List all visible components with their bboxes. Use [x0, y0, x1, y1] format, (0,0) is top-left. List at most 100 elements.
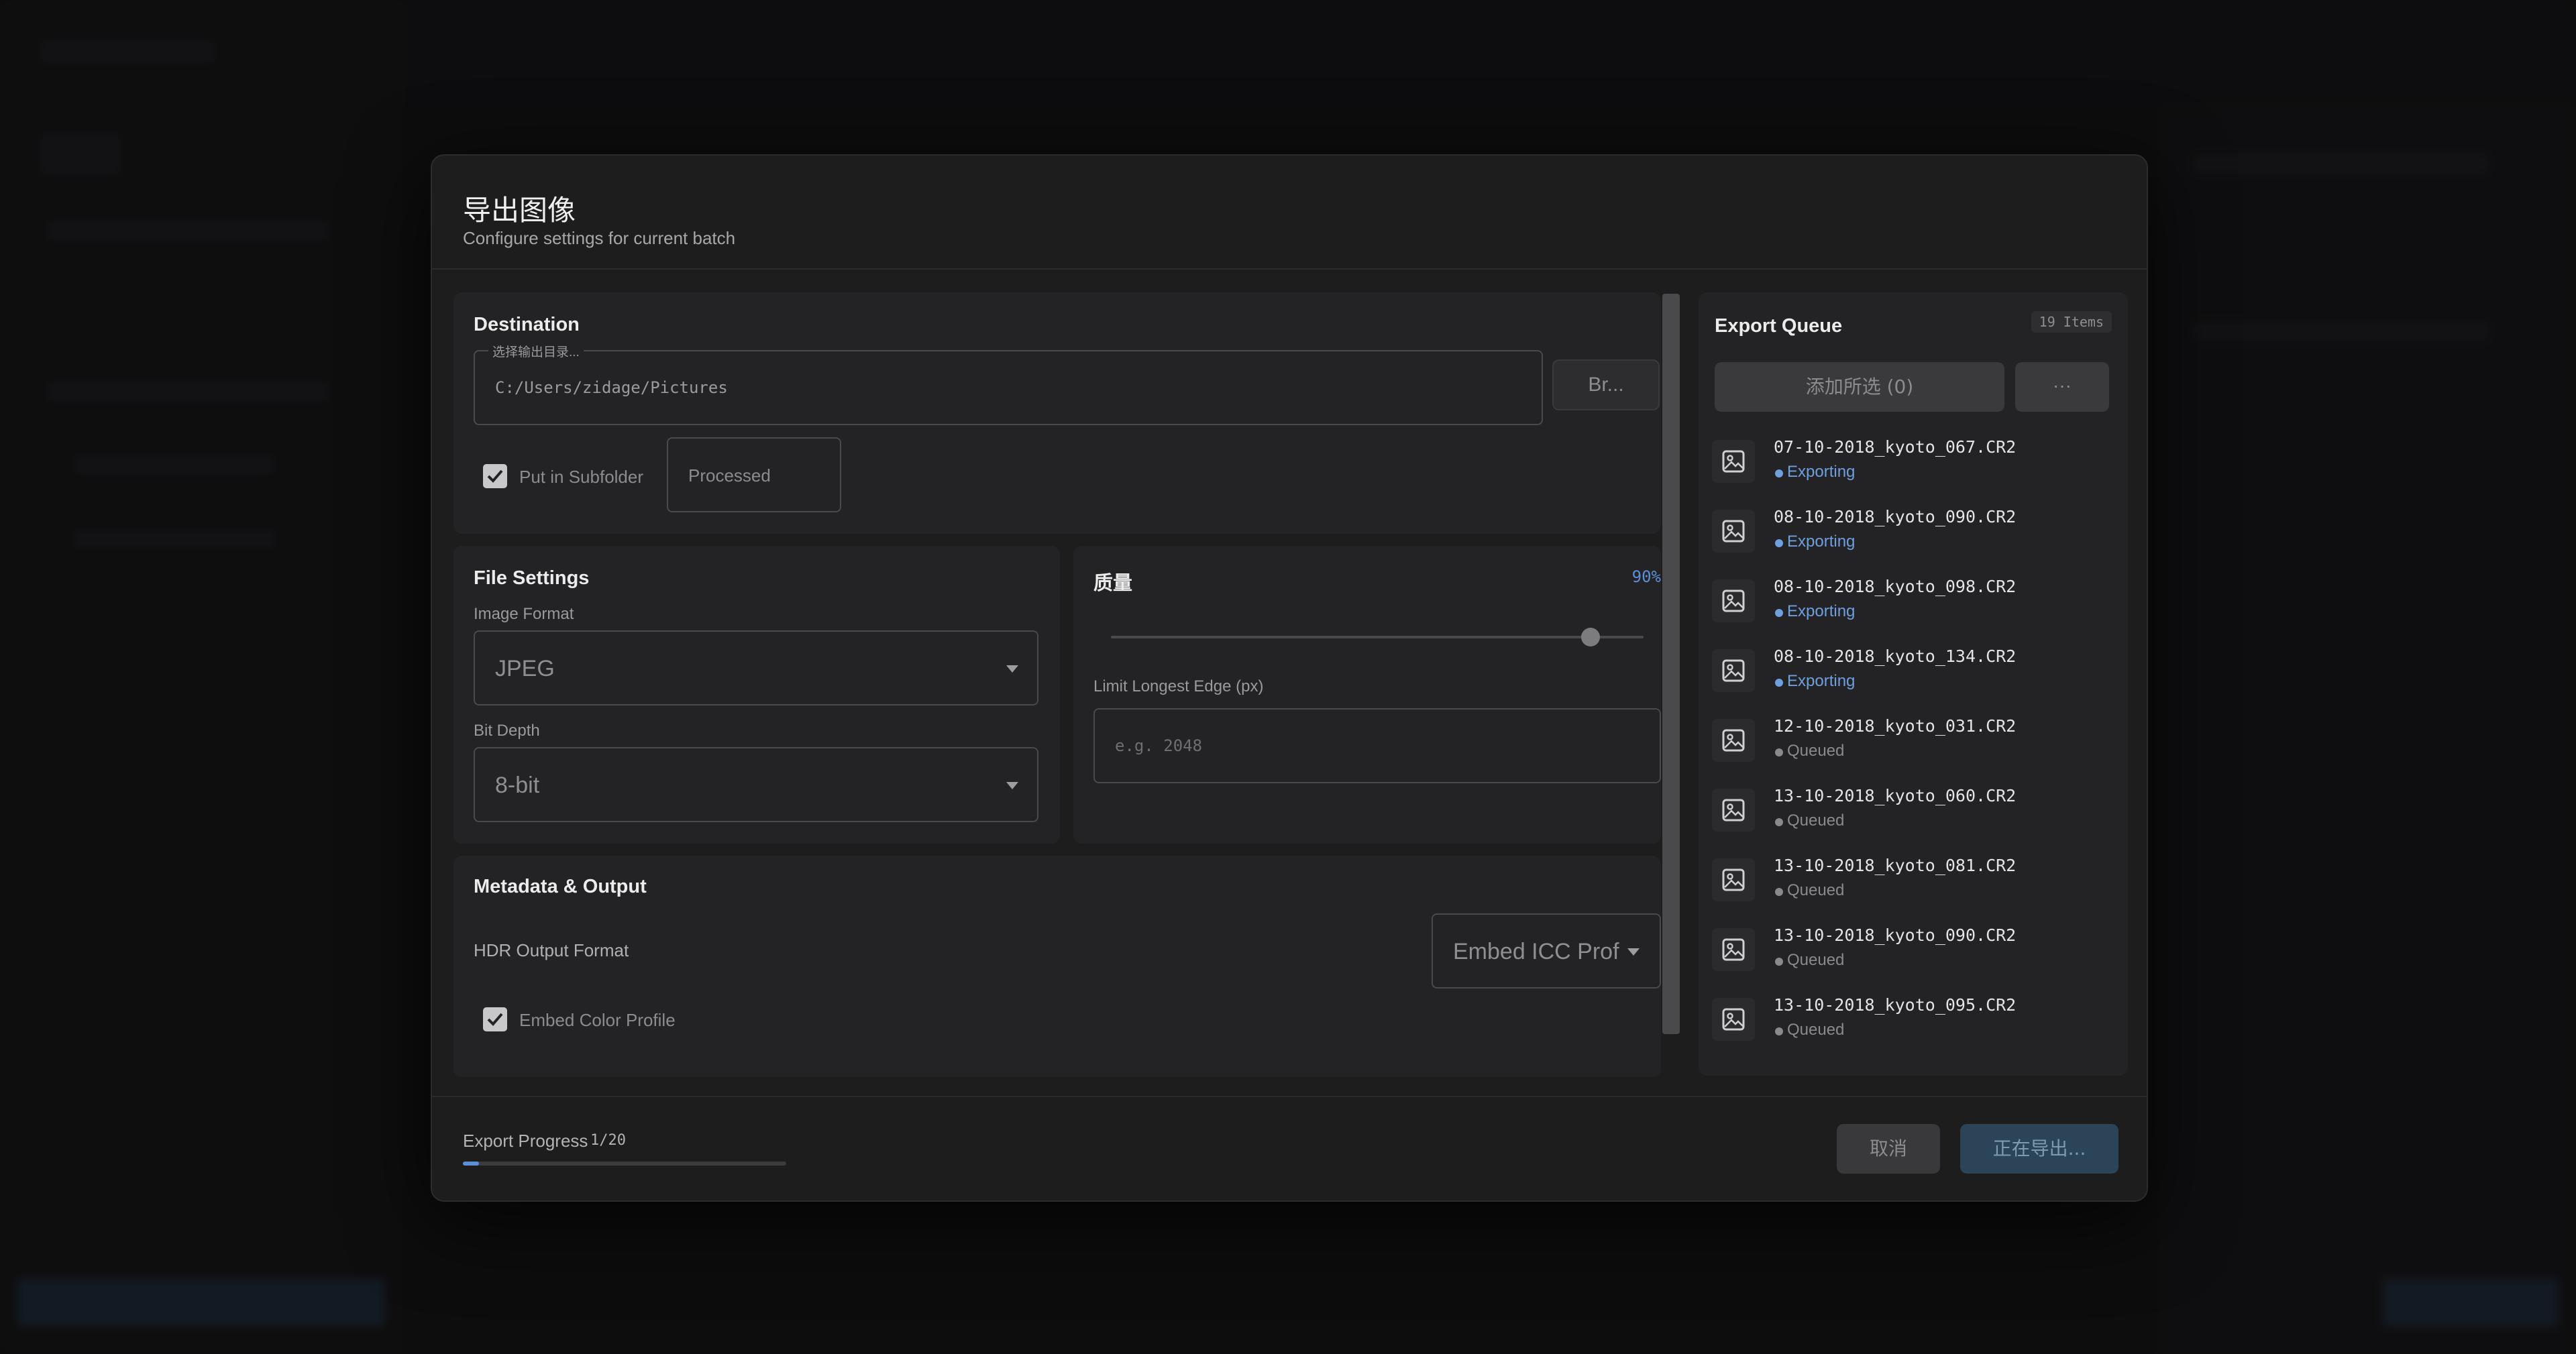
file-settings-title: File Settings [474, 567, 590, 589]
bit-depth-value: 8-bit [495, 773, 540, 798]
queue-item-name: 07-10-2018_kyoto_067.CR2 [1774, 437, 2017, 457]
image-icon [1712, 928, 1755, 971]
cancel-button[interactable]: 取消 [1837, 1124, 1940, 1174]
subfolder-name-value: Processed [688, 465, 771, 486]
queue-item-status: Queued [1787, 811, 1845, 830]
status-dot [1775, 958, 1783, 966]
metadata-title: Metadata & Output [474, 876, 647, 897]
subfolder-label: Put in Subfolder [519, 467, 644, 487]
queue-count-badge: 19 Items [2031, 311, 2112, 333]
file-settings-panel: File Settings Image Format JPEG Bit Dept… [453, 546, 1060, 844]
footer-divider [432, 1096, 2147, 1097]
check-icon [487, 469, 503, 483]
image-format-label: Image Format [474, 605, 574, 623]
browse-button[interactable]: Br... [1552, 359, 1660, 410]
queue-item[interactable]: 08-10-2018_kyoto_134.CR2 Exporting [1699, 640, 2114, 710]
queue-item-name: 12-10-2018_kyoto_031.CR2 [1774, 716, 2017, 736]
export-button[interactable]: 正在导出... [1960, 1124, 2118, 1174]
queue-item-status: Queued [1787, 881, 1845, 899]
progress-bar-track [463, 1162, 786, 1166]
image-icon [1712, 789, 1755, 832]
queue-item-name: 13-10-2018_kyoto_060.CR2 [1774, 786, 2017, 805]
queue-item[interactable]: 08-10-2018_kyoto_090.CR2 Exporting [1699, 500, 2114, 570]
queue-item[interactable]: 08-10-2018_kyoto_098.CR2 Exporting [1699, 570, 2114, 640]
status-dot [1775, 1027, 1783, 1035]
queue-item-status: Exporting [1787, 463, 1856, 481]
subfolder-checkbox[interactable] [483, 464, 507, 488]
queue-item-status: Queued [1787, 742, 1845, 760]
limit-edge-placeholder: e.g. 2048 [1115, 736, 1203, 755]
queue-item[interactable]: 13-10-2018_kyoto_095.CR2 Queued [1699, 989, 2114, 1058]
status-dot [1775, 469, 1783, 477]
limit-edge-input[interactable]: e.g. 2048 [1093, 708, 1661, 783]
image-icon [1712, 579, 1755, 622]
destination-path-legend: 选择输出目录... [488, 342, 584, 360]
image-icon [1712, 858, 1755, 901]
destination-path-field[interactable]: 选择输出目录... C:/Users/zidage/Pictures [474, 342, 1543, 425]
queue-item-name: 08-10-2018_kyoto_090.CR2 [1774, 507, 2017, 526]
queue-item[interactable]: 07-10-2018_kyoto_067.CR2 Exporting [1699, 431, 2114, 500]
image-icon [1712, 998, 1755, 1041]
bit-depth-select[interactable]: 8-bit [474, 747, 1038, 822]
chevron-down-icon [1627, 948, 1640, 956]
queue-item-name: 13-10-2018_kyoto_081.CR2 [1774, 856, 2017, 875]
quality-slider-track[interactable] [1111, 628, 1644, 646]
hdr-output-value: Embed ICC Prof [1453, 939, 1619, 964]
quality-panel: 质量 90% Limit Longest Edge (px) e.g. 2048 [1073, 546, 1661, 844]
dialog-title: 导出图像 [463, 194, 576, 227]
queue-item-status: Exporting [1787, 602, 1856, 620]
image-icon [1712, 440, 1755, 483]
hdr-output-select[interactable]: Embed ICC Prof [1432, 913, 1661, 989]
queue-item-name: 08-10-2018_kyoto_134.CR2 [1774, 646, 2017, 666]
queue-item[interactable]: 12-10-2018_kyoto_031.CR2 Queued [1699, 710, 2114, 779]
progress-count: 1/20 [590, 1132, 626, 1149]
header-divider [432, 268, 2147, 270]
queue-item-status: Queued [1787, 1021, 1845, 1039]
metadata-panel: Metadata & Output HDR Output Format Embe… [453, 856, 1661, 1077]
check-icon [487, 1013, 503, 1026]
progress-label: Export Progress [463, 1131, 588, 1151]
queue-item-name: 13-10-2018_kyoto_090.CR2 [1774, 925, 2017, 945]
bit-depth-label: Bit Depth [474, 722, 540, 740]
image-icon [1712, 510, 1755, 553]
quality-title: 质量 [1093, 573, 1133, 594]
subfolder-name-input[interactable]: Processed [667, 437, 841, 512]
embed-profile-label: Embed Color Profile [519, 1010, 676, 1030]
add-selected-button[interactable]: 添加所选 (0) [1715, 362, 2004, 412]
queue-item[interactable]: 13-10-2018_kyoto_090.CR2 Queued [1699, 919, 2114, 989]
image-format-select[interactable]: JPEG [474, 630, 1038, 706]
status-dot [1775, 888, 1783, 896]
limit-edge-label: Limit Longest Edge (px) [1093, 677, 1264, 695]
destination-panel: Destination 选择输出目录... C:/Users/zidage/Pi… [453, 292, 1661, 534]
destination-title: Destination [474, 314, 580, 335]
queue-item-name: 13-10-2018_kyoto_095.CR2 [1774, 995, 2017, 1015]
status-dot [1775, 539, 1783, 547]
status-dot [1775, 818, 1783, 826]
hdr-output-label: HDR Output Format [474, 940, 629, 960]
queue-item[interactable]: 13-10-2018_kyoto_060.CR2 Queued [1699, 779, 2114, 849]
status-dot [1775, 748, 1783, 756]
status-dot [1775, 609, 1783, 617]
queue-item-name: 08-10-2018_kyoto_098.CR2 [1774, 577, 2017, 596]
chevron-down-icon [1006, 782, 1018, 789]
queue-item-status: Queued [1787, 951, 1845, 969]
queue-item-status: Exporting [1787, 672, 1856, 690]
image-icon [1712, 649, 1755, 692]
quality-slider-thumb[interactable] [1580, 628, 1600, 646]
export-dialog: 导出图像 Configure settings for current batc… [431, 154, 2148, 1202]
queue-list: 07-10-2018_kyoto_067.CR2 Exporting 08-10-2… [1699, 431, 2128, 1061]
chevron-down-icon [1006, 665, 1018, 673]
image-icon [1712, 719, 1755, 762]
queue-item-status: Exporting [1787, 532, 1856, 551]
queue-title: Export Queue [1715, 315, 1843, 337]
dialog-subtitle: Configure settings for current batch [463, 228, 736, 248]
queue-more-button[interactable]: ··· [2015, 362, 2109, 412]
queue-item[interactable]: 13-10-2018_kyoto_081.CR2 Queued [1699, 849, 2114, 919]
settings-scrollbar[interactable] [1662, 294, 1680, 1034]
export-queue-panel: Export Queue 19 Items 添加所选 (0) ··· 07-10… [1699, 292, 2128, 1076]
quality-value: 90% [1631, 567, 1661, 586]
embed-profile-checkbox[interactable] [483, 1007, 507, 1031]
settings-scrollbar-thumb[interactable] [1662, 294, 1680, 1034]
status-dot [1775, 679, 1783, 687]
progress-bar-fill [463, 1162, 480, 1166]
